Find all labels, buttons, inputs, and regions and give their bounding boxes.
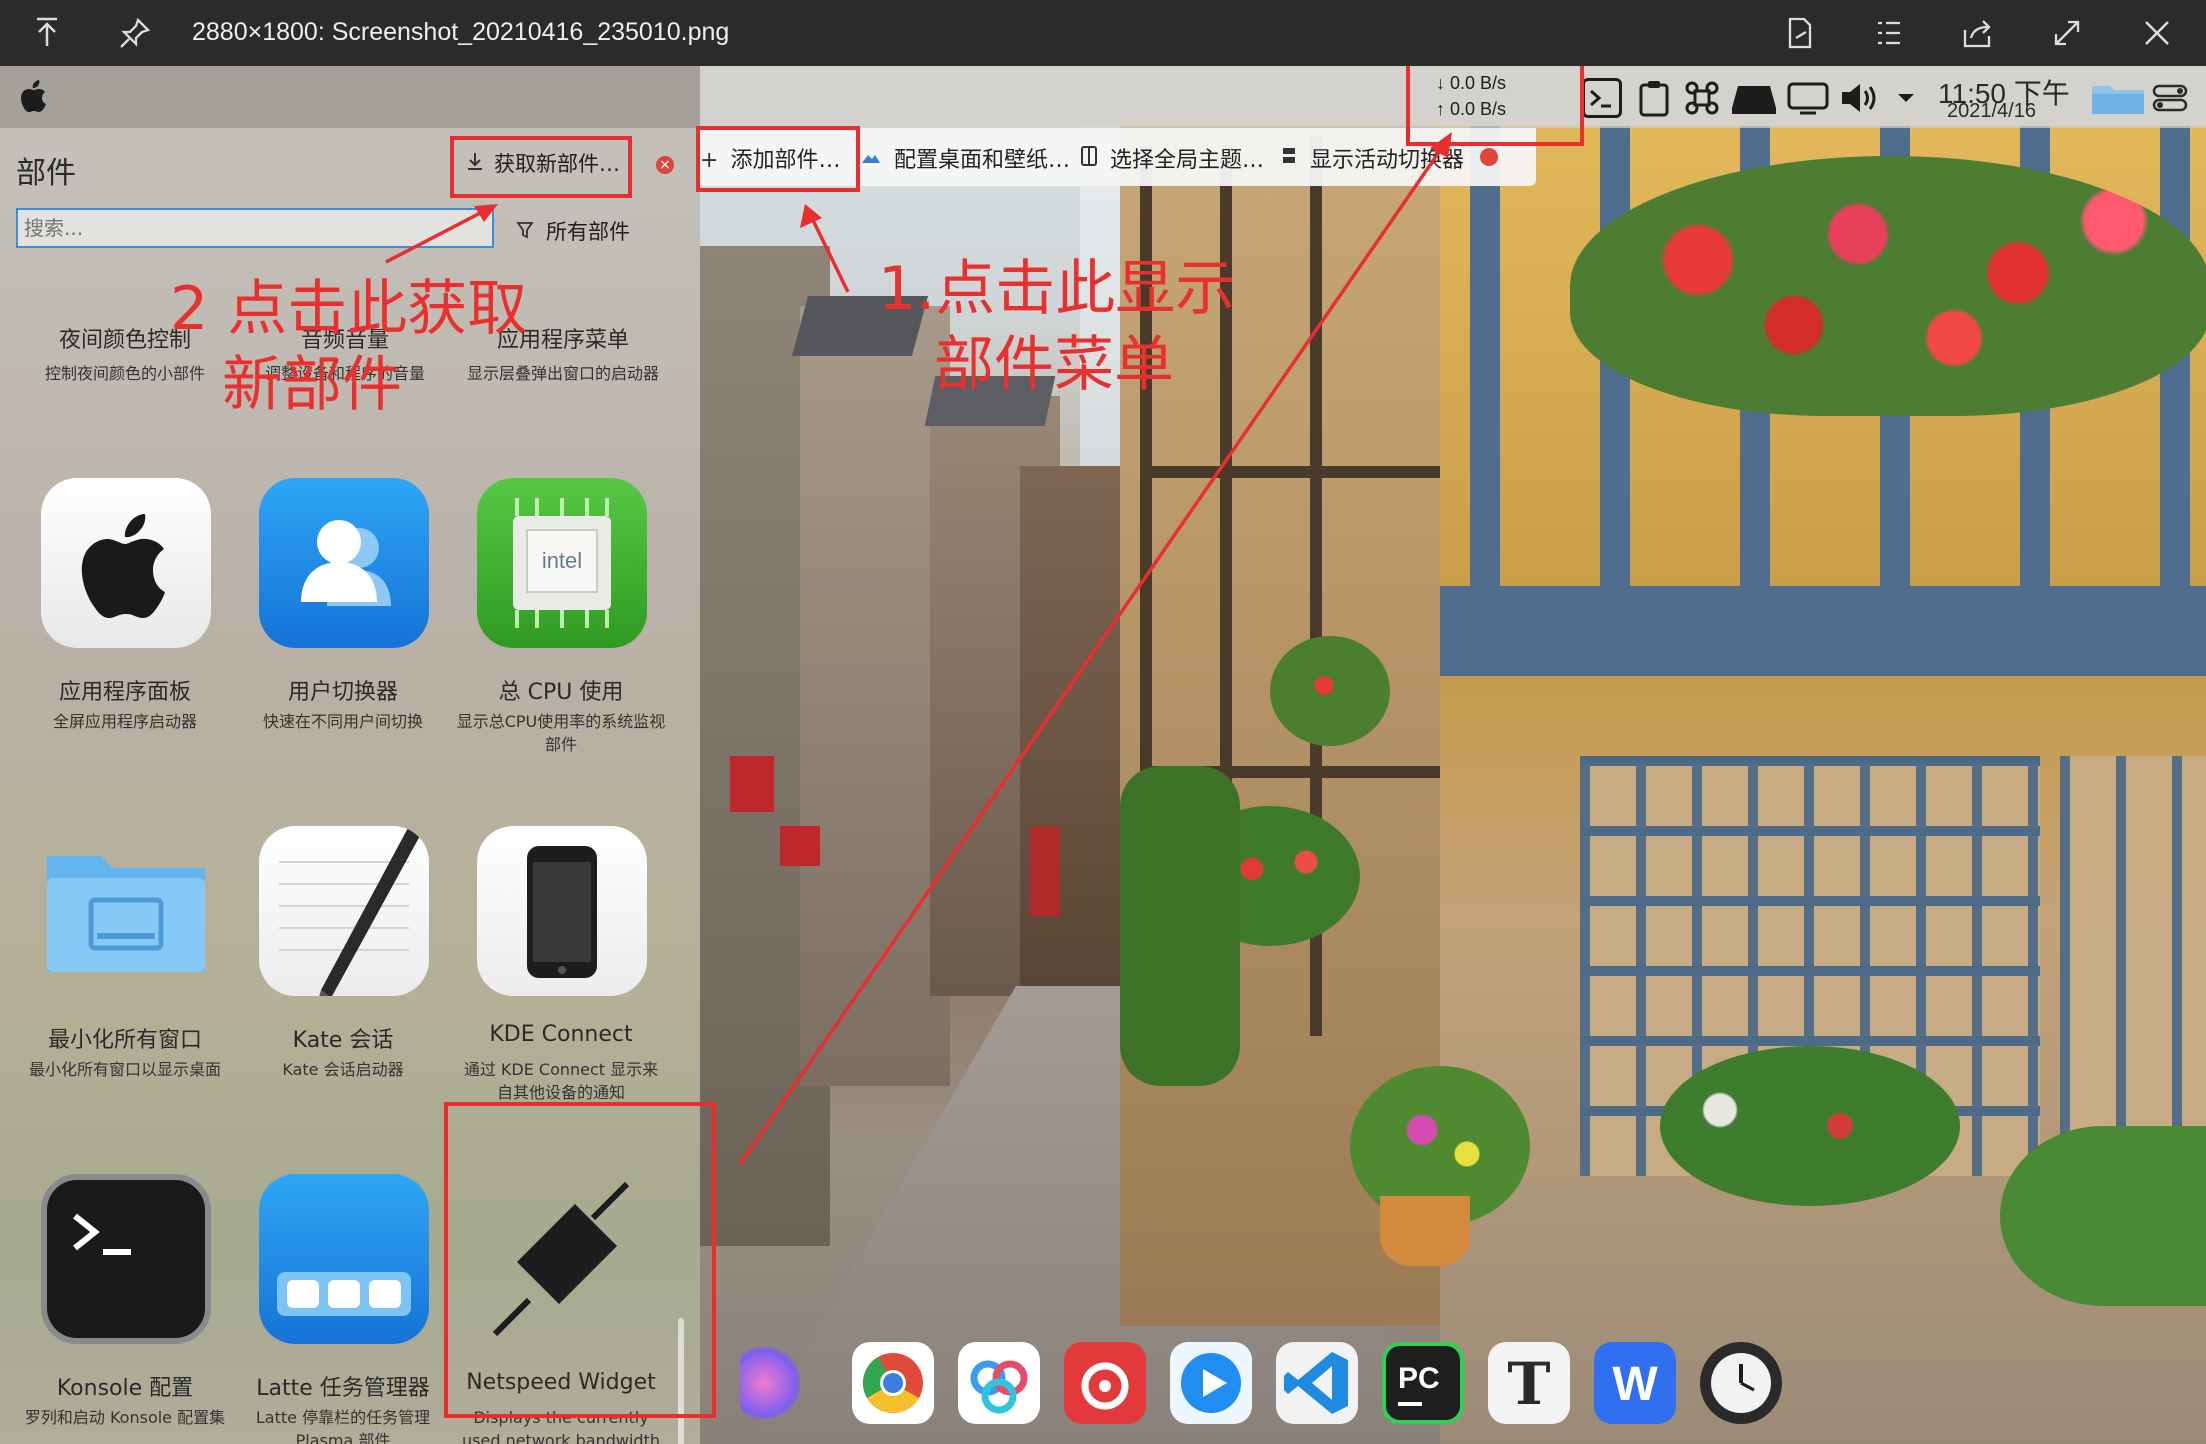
cpu-chip-icon: intel <box>477 478 647 648</box>
widget-desc: 罗列和启动 Konsole 配置集 <box>24 1408 226 1427</box>
widget-name: 总 CPU 使用 <box>498 680 624 705</box>
chevron-down-icon[interactable] <box>1894 78 1934 118</box>
command-icon[interactable] <box>1682 78 1722 118</box>
widget-name: KDE Connect <box>489 1022 633 1047</box>
apple-menu-icon[interactable] <box>18 80 48 123</box>
terminal-app-icon <box>41 1174 211 1344</box>
annotation-step1-line2: 部件菜单 <box>934 330 1174 400</box>
filter-icon <box>516 220 534 244</box>
volume-icon[interactable] <box>1838 78 1878 118</box>
widget-desc: 显示总CPU使用率的系统监视部件 <box>456 712 666 754</box>
widget-name: 最小化所有窗口 <box>47 1028 202 1053</box>
widget-name: 用户切换器 <box>287 680 398 705</box>
filter-widgets-button[interactable]: 所有部件 <box>516 216 630 246</box>
activity-switcher-button[interactable]: 显示活动切换器 <box>1280 142 1464 174</box>
folder-icon[interactable] <box>2090 78 2144 118</box>
phone-icon <box>477 826 647 996</box>
widget-name: Konsole 配置 <box>56 1376 194 1401</box>
highlight-get-new-box <box>450 136 632 198</box>
drive-icon[interactable] <box>1730 78 1776 118</box>
widget-name: Kate 会话 <box>292 1028 394 1053</box>
export-file-icon[interactable] <box>1780 14 1818 52</box>
widget-desc: 快速在不同用户间切换 <box>262 712 423 731</box>
pycharm-icon[interactable]: PC <box>1382 1342 1464 1424</box>
wallpaper-icon <box>860 147 882 173</box>
annotation-step2-line2: 新部件 <box>222 350 402 420</box>
baidu-netdisk-icon[interactable] <box>958 1342 1040 1424</box>
video-player-icon[interactable] <box>1170 1342 1252 1424</box>
activity-icon <box>1280 145 1298 173</box>
widget-name: Latte 任务管理器 <box>256 1376 430 1401</box>
typora-icon[interactable]: T <box>1488 1342 1570 1424</box>
pin-icon[interactable] <box>116 14 154 52</box>
widget-cpu-usage[interactable]: intel 总 CPU 使用 显示总CPU使用率的系统监视部件 <box>456 478 666 818</box>
screenshot-content: ↓ 0.0 B/s ↑ 0.0 B/s 11:50 下午 2021/4/16 +… <box>0 66 2206 1444</box>
svg-text:T: T <box>1507 1350 1550 1418</box>
vscode-icon[interactable] <box>1276 1342 1358 1424</box>
annotation-step2-line1: 2 点击此获取 <box>170 274 528 344</box>
clock-date[interactable]: 2021/4/16 <box>1947 100 2036 123</box>
svg-text:W: W <box>1612 1358 1658 1411</box>
chrome-icon[interactable] <box>852 1342 934 1424</box>
configure-desktop-label: 配置桌面和壁纸… <box>894 148 1071 173</box>
close-icon[interactable] <box>2138 14 2176 52</box>
fullscreen-icon[interactable] <box>2048 14 2086 52</box>
widget-search-input[interactable] <box>16 208 494 248</box>
svg-text:intel: intel <box>542 548 582 573</box>
terminal-icon[interactable] <box>1582 78 1622 118</box>
filter-label: 所有部件 <box>546 220 630 244</box>
viewer-title-bar: 2880×1800: Screenshot_20210416_235010.pn… <box>0 0 2206 66</box>
kate-pen-icon <box>259 826 429 996</box>
highlight-add-widgets-box <box>696 126 860 192</box>
user-icon <box>259 478 429 648</box>
clipboard-icon[interactable] <box>1634 78 1674 118</box>
theme-icon <box>1080 145 1098 173</box>
widget-desc: Latte 停靠栏的任务管理 Plasma 部件 <box>255 1408 431 1444</box>
close-panel-icon[interactable]: × <box>656 156 674 174</box>
svg-text:PC: PC <box>1398 1362 1440 1395</box>
configure-desktop-button[interactable]: 配置桌面和壁纸… <box>860 142 1070 174</box>
top-panel: ↓ 0.0 B/s ↑ 0.0 B/s 11:50 下午 2021/4/16 <box>0 66 2206 128</box>
activity-switcher-label: 显示活动切换器 <box>1310 148 1465 173</box>
global-theme-button[interactable]: 选择全局主题… <box>1080 142 1264 174</box>
widget-name: 应用程序面板 <box>58 680 191 705</box>
netease-music-icon[interactable] <box>1064 1342 1146 1424</box>
widget-desc: 显示层叠弹出窗口的启动器 <box>466 364 659 383</box>
widget-desc: 最小化所有窗口以显示桌面 <box>28 1060 221 1079</box>
latte-dock-icon <box>259 1174 429 1344</box>
viewer-title: 2880×1800: Screenshot_20210416_235010.pn… <box>192 18 730 46</box>
widget-desc: 全屏应用程序启动器 <box>52 712 197 731</box>
highlight-netspeed-box <box>1406 66 1584 146</box>
widget-desc: 通过 KDE Connect 显示来自其他设备的通知 <box>463 1060 659 1102</box>
kite-icon[interactable] <box>740 1342 800 1424</box>
widget-desc: 控制夜间颜色的小部件 <box>44 364 205 383</box>
switch-icon[interactable] <box>2150 78 2190 118</box>
widget-latte-tasks[interactable]: Latte 任务管理器 Latte 停靠栏的任务管理 Plasma 部件 <box>238 1174 448 1444</box>
wps-icon[interactable]: W <box>1594 1342 1676 1424</box>
widget-desc: Kate 会话启动器 <box>282 1060 404 1079</box>
close-edit-mode-icon[interactable] <box>1480 148 1498 166</box>
annotation-step1-line1: 1.点击此显示 <box>878 254 1236 324</box>
display-icon[interactable] <box>1786 78 1829 118</box>
list-icon[interactable] <box>1870 14 1908 52</box>
highlight-netspeed-widget-box <box>444 1102 716 1418</box>
folder-window-icon <box>41 826 211 996</box>
widget-user-switcher[interactable]: 用户切换器 快速在不同用户间切换 <box>238 478 448 818</box>
widget-kate-sessions[interactable]: Kate 会话 Kate 会话启动器 <box>238 826 448 1166</box>
widget-minimize-all[interactable]: 最小化所有窗口 最小化所有窗口以显示桌面 <box>20 826 230 1166</box>
share-icon[interactable] <box>1958 14 1996 52</box>
widget-app-dashboard[interactable]: 应用程序面板 全屏应用程序启动器 <box>20 478 230 818</box>
apple-logo-icon <box>41 478 211 648</box>
panel-title: 部件 <box>16 156 76 191</box>
dock: PC T W <box>700 1326 1800 1436</box>
clock-icon[interactable] <box>1700 1342 1782 1424</box>
widget-konsole-profiles[interactable]: Konsole 配置 罗列和启动 Konsole 配置集 <box>20 1174 230 1444</box>
global-theme-label: 选择全局主题… <box>1110 148 1265 173</box>
pin-top-icon[interactable] <box>28 14 66 52</box>
